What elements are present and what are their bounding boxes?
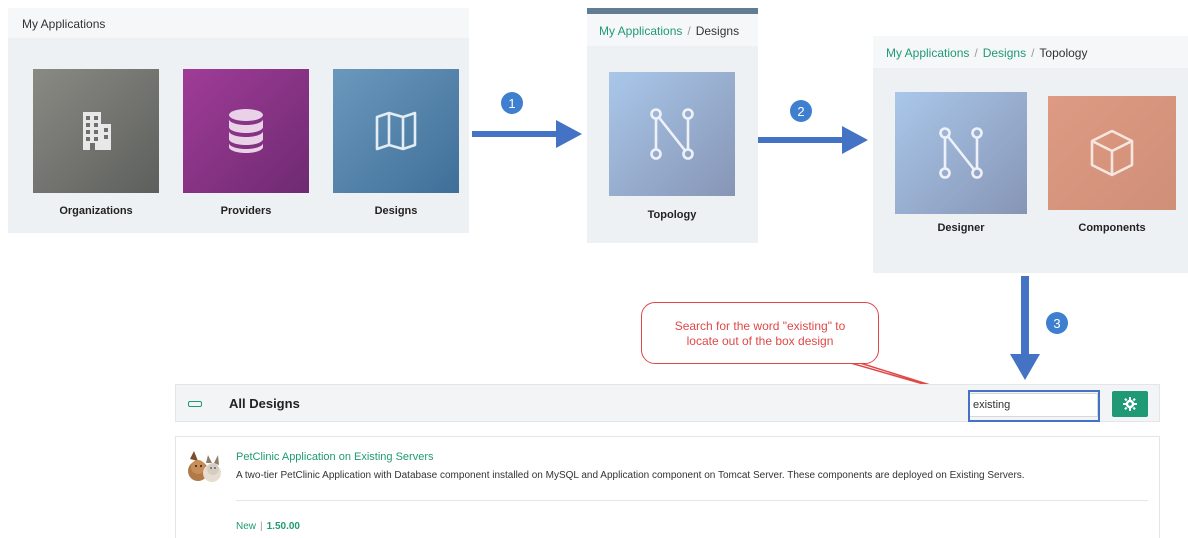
organizations-tile[interactable]	[33, 69, 159, 193]
arrow-right-icon	[758, 126, 868, 154]
arrow-right-icon	[472, 120, 582, 148]
cube-icon	[1090, 129, 1134, 177]
breadcrumb-my-applications[interactable]: My Applications	[886, 46, 969, 60]
breadcrumb: My Applications / Designs	[587, 14, 758, 46]
settings-button[interactable]	[1112, 391, 1148, 417]
meta-separator: |	[260, 521, 263, 532]
topology-icon	[939, 127, 983, 179]
callout-line-2: locate out of the box design	[686, 334, 834, 348]
organizations-label: Organizations	[59, 205, 133, 217]
topology-tile[interactable]	[609, 72, 735, 196]
components-label: Components	[1078, 222, 1146, 234]
page-title: My Applications	[22, 17, 106, 31]
divider	[236, 500, 1148, 501]
map-icon	[375, 111, 417, 151]
design-version: 1.50.00	[266, 521, 300, 532]
gear-icon	[1123, 397, 1137, 411]
database-icon	[229, 109, 263, 153]
step-badge-3: 3	[1046, 312, 1068, 334]
topology-panel: My Applications / Designs / Topology Designe…	[873, 8, 1188, 273]
step-badge-1: 1	[501, 92, 523, 114]
step-badge-2: 2	[790, 100, 812, 122]
breadcrumb-separator: /	[974, 46, 978, 60]
arrow-down-icon	[1010, 276, 1040, 380]
all-designs-title: All Designs	[229, 396, 300, 411]
instruction-callout: Search for the word "existing" to locate…	[641, 302, 879, 364]
callout-line-1: Search for the word "existing" to	[674, 319, 846, 333]
breadcrumb-designs[interactable]: Designs	[983, 46, 1026, 60]
search-highlight-box	[968, 390, 1100, 422]
design-list-item[interactable]: PetClinic Application on Existing Server…	[175, 436, 1160, 538]
breadcrumb-designs: Designs	[695, 24, 740, 38]
topology-label: Topology	[647, 209, 697, 221]
panel-top-spacer	[873, 8, 1188, 36]
design-description: A two-tier PetClinic Application with Da…	[236, 470, 1025, 481]
providers-tile[interactable]	[183, 69, 309, 193]
breadcrumb-separator: /	[1031, 46, 1035, 60]
collapse-icon[interactable]	[188, 401, 202, 407]
components-tile[interactable]	[1048, 96, 1176, 210]
providers-label: Providers	[220, 205, 272, 217]
designs-panel: My Applications / Designs Topology	[587, 8, 758, 243]
building-icon	[83, 112, 111, 150]
designs-label: Designs	[374, 205, 418, 217]
panel-header: My Applications	[8, 8, 469, 38]
status-badge: New	[236, 521, 257, 532]
breadcrumb-topology: Topology	[1039, 46, 1088, 60]
my-applications-panel: My Applications Organizations Providers …	[8, 8, 469, 233]
breadcrumb-separator: /	[687, 24, 691, 38]
breadcrumb: My Applications / Designs / Topology	[873, 36, 1188, 68]
designs-tile[interactable]	[333, 69, 459, 193]
topology-icon	[650, 108, 694, 160]
design-meta: New | 1.50.00	[236, 521, 300, 532]
designer-tile[interactable]	[895, 92, 1027, 214]
design-title-link[interactable]: PetClinic Application on Existing Server…	[236, 451, 433, 463]
designer-label: Designer	[937, 222, 985, 234]
pet-icon	[188, 451, 221, 482]
breadcrumb-my-applications[interactable]: My Applications	[599, 24, 682, 38]
